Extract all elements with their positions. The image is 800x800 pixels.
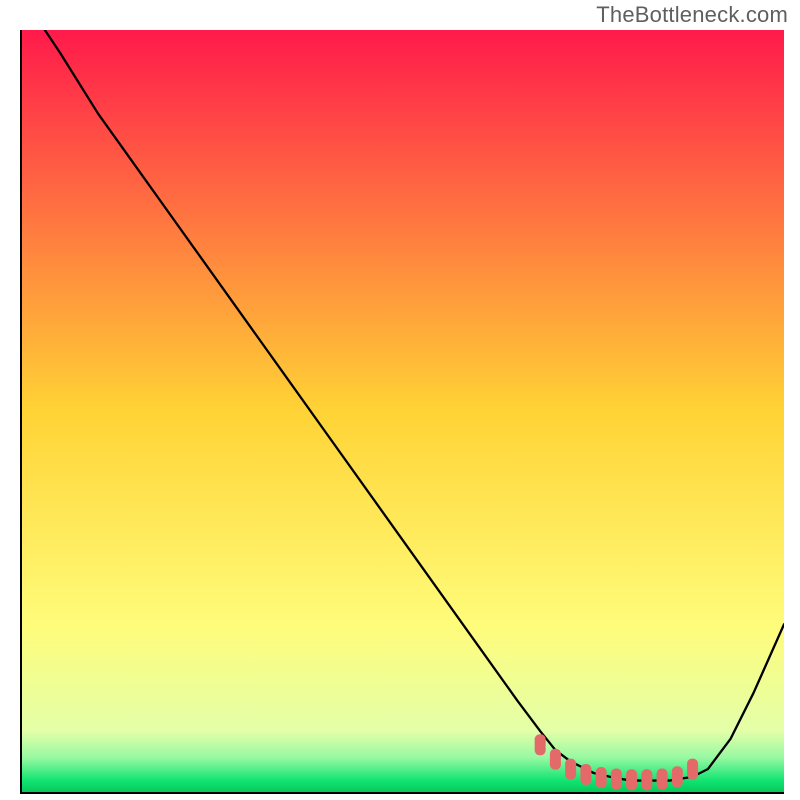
optimal-marker [550,749,561,770]
optimal-marker [687,759,698,780]
optimal-marker [626,769,637,790]
optimal-marker [596,767,607,788]
optimal-marker [672,766,683,787]
chart-frame: TheBottleneck.com [0,0,800,800]
optimal-marker [641,769,652,790]
plot-inner [22,30,784,792]
optimal-marker [657,769,668,790]
optimal-marker [611,769,622,790]
optimal-marker [565,759,576,780]
plot-axes [20,30,784,794]
optimal-marker [535,734,546,755]
gradient-background [22,30,784,792]
optimal-marker [580,764,591,785]
chart-svg [22,30,784,792]
watermark-text: TheBottleneck.com [596,2,788,28]
